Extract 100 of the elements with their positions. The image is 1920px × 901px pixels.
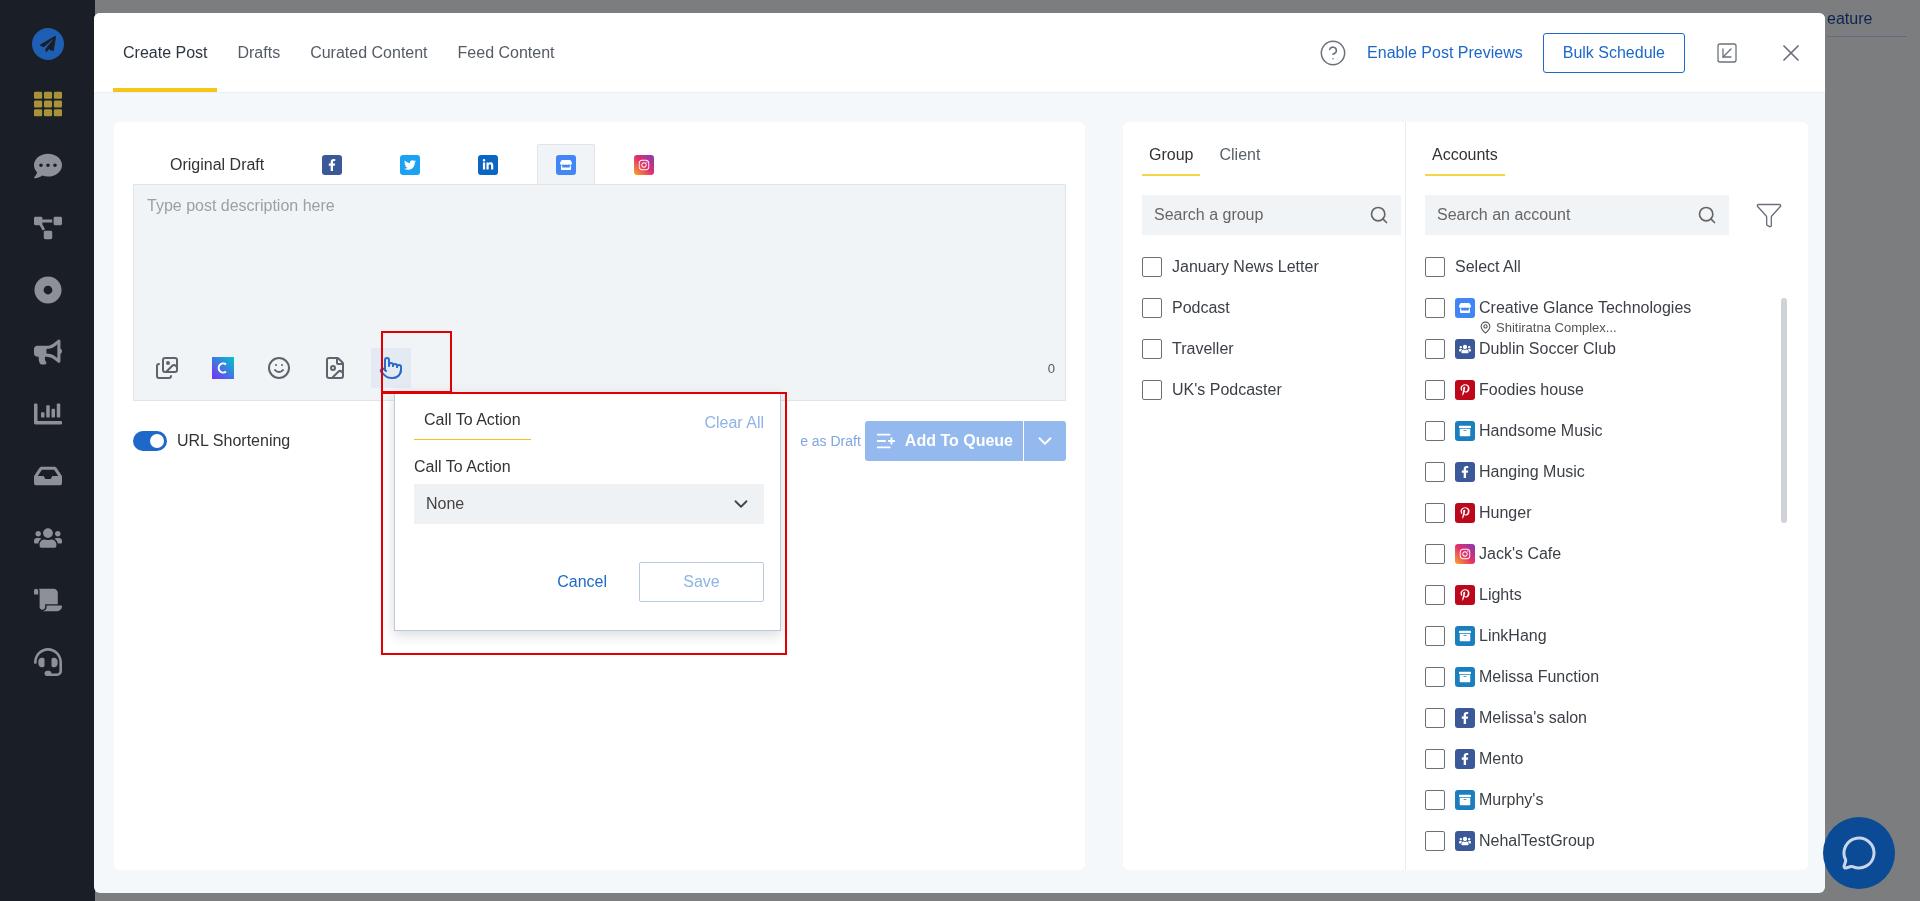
chat-icon	[1841, 835, 1877, 871]
checkbox[interactable]	[1425, 790, 1445, 810]
dashboard-icon[interactable]	[33, 90, 62, 118]
toggle-switch[interactable]	[133, 431, 167, 451]
toolbar-button[interactable]	[371, 348, 411, 388]
account-name: Murphy's	[1479, 790, 1544, 810]
archive-icon	[1455, 421, 1475, 441]
search-icon[interactable]	[1697, 205, 1717, 225]
account-name: Handsome Music	[1479, 421, 1603, 441]
group-name: January News Letter	[1172, 257, 1319, 277]
pinterest-icon	[1455, 503, 1475, 523]
preview-link[interactable]: Enable Post Previews	[1367, 43, 1523, 62]
checkbox[interactable]	[1425, 749, 1445, 769]
checkbox[interactable]	[1425, 503, 1445, 523]
checkbox[interactable]	[1425, 626, 1445, 646]
network-tab[interactable]	[537, 144, 596, 184]
facebook-icon	[1455, 708, 1475, 728]
checkbox[interactable]	[1425, 667, 1445, 687]
store-icon	[556, 154, 577, 175]
checkbox[interactable]	[1142, 339, 1162, 359]
tab[interactable]: Feed Content	[447, 13, 565, 92]
tab[interactable]: Create Post	[113, 13, 218, 92]
account-name: Lights	[1479, 585, 1522, 605]
network-icon[interactable]	[33, 214, 62, 242]
account-name: Hanging Music	[1479, 462, 1585, 482]
archive-icon	[1455, 790, 1475, 810]
tab[interactable]: Drafts	[227, 13, 291, 92]
account-name: Dublin Soccer Club	[1479, 339, 1616, 359]
checkbox[interactable]	[1425, 462, 1445, 482]
checkbox[interactable]	[1425, 339, 1445, 359]
search-icon[interactable]	[1369, 205, 1389, 225]
tab[interactable]: Accounts	[1425, 142, 1505, 176]
messages-icon[interactable]	[33, 152, 62, 180]
select-all-label: Select All	[1455, 257, 1521, 277]
account-name: Hunger	[1479, 503, 1532, 523]
media-icon	[155, 356, 179, 380]
people-icon	[1455, 831, 1475, 851]
account-name: Jack's Cafe	[1479, 544, 1562, 564]
tab[interactable]: Call To Action	[414, 405, 531, 440]
logo-icon	[31, 28, 64, 60]
pin-icon	[1479, 321, 1492, 334]
group-name: UK's Podcaster	[1172, 380, 1282, 400]
tab[interactable]: Client	[1212, 142, 1268, 176]
account-name: Foodies house	[1479, 380, 1584, 400]
search-field[interactable]: Search a group	[1142, 195, 1401, 235]
pinterest-icon	[1455, 585, 1475, 605]
archive-icon	[1455, 626, 1475, 646]
location-text: Shitiratna Complex...	[1496, 320, 1617, 335]
account-name: LinkHang	[1479, 626, 1547, 646]
group-name: Traveller	[1172, 339, 1234, 359]
checkbox[interactable]	[1142, 298, 1162, 318]
content-icon[interactable]	[33, 586, 62, 614]
checkbox[interactable]	[1425, 585, 1445, 605]
tab[interactable]: Original Draft	[151, 144, 284, 184]
archive-icon	[1455, 667, 1475, 687]
filter-icon[interactable]	[1755, 201, 1783, 229]
campaign-icon[interactable]	[33, 338, 62, 366]
canva-icon	[212, 357, 234, 379]
orbit-icon[interactable]	[33, 276, 62, 304]
checkbox[interactable]	[1425, 708, 1445, 728]
scrollbar[interactable]	[1781, 298, 1787, 523]
account-name: Creative Glance Technologies	[1479, 298, 1692, 318]
support-icon[interactable]	[33, 648, 62, 676]
tab[interactable]: Group	[1142, 142, 1201, 176]
account-name: Mento	[1479, 749, 1524, 769]
checkbox[interactable]	[1142, 257, 1162, 277]
file-icon	[323, 356, 347, 380]
description-field[interactable]: Type post description here	[145, 195, 1055, 348]
toggle-label: URL Shortening	[177, 432, 291, 450]
account-name: Melissa Function	[1479, 667, 1600, 687]
account-name: NehalTestGroup	[1479, 831, 1595, 851]
checkbox[interactable]	[1425, 544, 1445, 564]
emoji-icon	[267, 356, 291, 380]
account-name: Melissa's salon	[1479, 708, 1587, 728]
checkbox[interactable]	[1142, 380, 1162, 400]
facebook-icon	[1455, 462, 1475, 482]
pinterest-icon	[1455, 380, 1475, 400]
store-icon	[1455, 298, 1475, 318]
pointer-icon	[379, 356, 403, 380]
dropdown[interactable]: None	[414, 484, 764, 524]
instagram-icon	[1455, 544, 1475, 564]
checkbox[interactable]	[1425, 421, 1445, 441]
character-count: 0	[1047, 360, 1055, 376]
search-field[interactable]: Search an account	[1425, 195, 1729, 235]
minimize-icon[interactable]	[1715, 40, 1739, 65]
cancel-link[interactable]: Cancel	[557, 573, 607, 591]
people-icon	[1455, 339, 1475, 359]
checkbox[interactable]	[1425, 257, 1445, 277]
linkedin-icon	[478, 154, 499, 175]
bird-icon	[400, 154, 421, 175]
field-label: Call To Action	[414, 458, 512, 476]
tab[interactable]: Curated Content	[300, 13, 438, 92]
checkbox[interactable]	[1425, 380, 1445, 400]
checkbox[interactable]	[1425, 831, 1445, 851]
bulk-schedule-button[interactable]: Bulk Schedule	[1542, 32, 1685, 73]
instagram-icon	[634, 154, 655, 175]
help-icon[interactable]	[1319, 38, 1348, 67]
checkbox[interactable]	[1425, 298, 1445, 318]
facebook-icon	[322, 154, 343, 175]
post-editor[interactable]: Type post description here 0	[133, 184, 1066, 401]
